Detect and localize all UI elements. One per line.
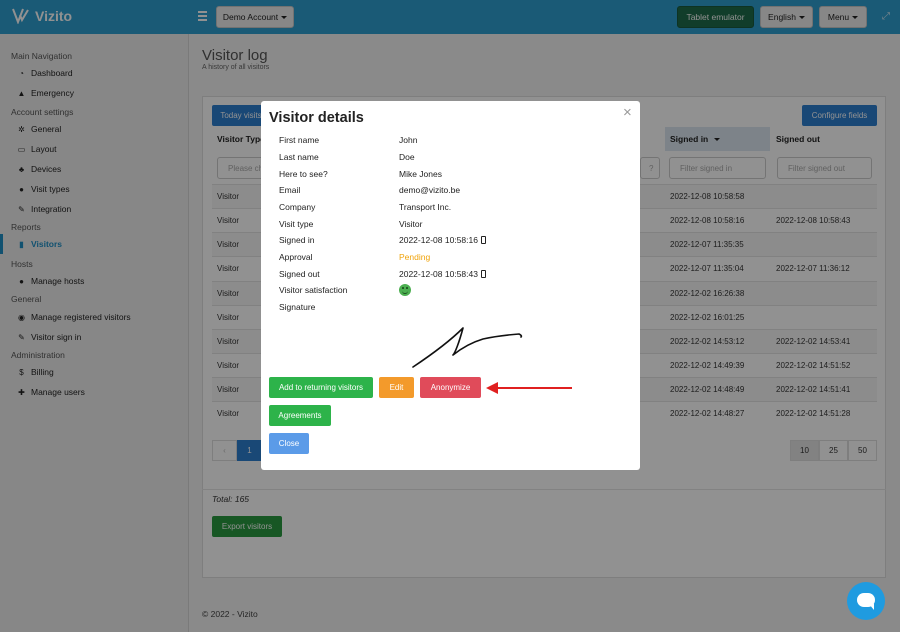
- field-value-first-name: John: [399, 135, 417, 145]
- value-text: John: [399, 135, 418, 145]
- add-to-returning-visitors-button[interactable]: Add to returning visitors: [269, 377, 373, 398]
- button-label: Close: [278, 439, 300, 448]
- button-label: Agreements: [278, 411, 322, 420]
- field-value-last-name: Doe: [399, 152, 415, 162]
- field-value-visitor-satisfaction: [399, 284, 411, 296]
- field-label-company: Company: [279, 202, 316, 212]
- field-label-first-name: First name: [279, 135, 320, 145]
- mobile-icon: [480, 236, 486, 244]
- signature-image: [412, 327, 523, 368]
- mobile-icon: [480, 270, 486, 278]
- edit-button[interactable]: Edit: [379, 377, 414, 398]
- field-label-here-to-see: Here to see?: [279, 169, 328, 179]
- value-text: demo@vizito.be: [399, 185, 461, 195]
- field-label-email: Email: [279, 185, 301, 195]
- value-text: Pending: [399, 252, 431, 262]
- field-label-signature: Signature: [279, 302, 316, 312]
- value-text: 2022-12-08 10:58:16: [399, 235, 478, 245]
- value-text: Visitor: [399, 219, 423, 229]
- smiley-face-icon: [399, 284, 411, 296]
- close-button[interactable]: Close: [269, 433, 309, 454]
- anonymize-button[interactable]: Anonymize: [420, 377, 481, 398]
- field-value-signed-out: 2022-12-08 10:58:43: [399, 269, 486, 279]
- field-value-approval: Pending: [399, 252, 430, 262]
- field-value-visit-type: Visitor: [399, 219, 422, 229]
- chat-bubble-tail: [869, 604, 874, 610]
- annotation-arrow-icon: [486, 382, 572, 394]
- field-value-company: Transport Inc.: [399, 202, 451, 212]
- field-value-signed-in: 2022-12-08 10:58:16: [399, 235, 486, 245]
- field-label-visit-type: Visit type: [279, 219, 314, 229]
- button-label: Anonymize: [430, 383, 471, 392]
- field-value-email: demo@vizito.be: [399, 185, 460, 195]
- agreements-button[interactable]: Agreements: [269, 405, 331, 426]
- visitor-details-modal: Visitor details × First name John Last n…: [261, 101, 640, 470]
- field-label-signed-out: Signed out: [279, 269, 320, 279]
- field-value-here-to-see: Mike Jones: [399, 169, 442, 179]
- field-label-approval: Approval: [279, 252, 313, 262]
- field-label-visitor-satisfaction: Visitor satisfaction: [279, 285, 348, 295]
- field-label-last-name: Last name: [279, 152, 319, 162]
- value-text: 2022-12-08 10:58:43: [399, 269, 478, 279]
- button-label: Edit: [389, 383, 404, 392]
- close-icon[interactable]: ×: [623, 104, 632, 121]
- chat-widget-button[interactable]: [847, 582, 885, 620]
- field-label-signed-in: Signed in: [279, 235, 315, 245]
- value-text: Doe: [399, 152, 415, 162]
- button-label: Add to returning visitors: [278, 383, 364, 392]
- modal-title: Visitor details: [269, 110, 364, 126]
- value-text: Transport Inc.: [399, 202, 452, 212]
- value-text: Mike Jones: [399, 169, 442, 179]
